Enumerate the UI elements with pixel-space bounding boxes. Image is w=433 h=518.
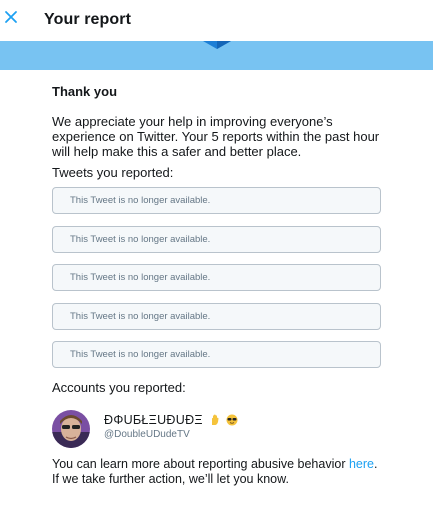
- appreciation-text: We appreciate your help in improving eve…: [52, 114, 380, 159]
- reported-tweet[interactable]: This Tweet is no longer available.: [52, 187, 381, 214]
- learn-more-prefix: You can learn more about reporting abusi…: [52, 457, 346, 471]
- learn-more-link[interactable]: here: [349, 457, 374, 471]
- reported-tweet[interactable]: This Tweet is no longer available.: [52, 226, 381, 253]
- header-bar: Your report: [0, 0, 433, 41]
- sunglasses-emoji-icon: [226, 414, 238, 429]
- close-icon[interactable]: [4, 10, 18, 29]
- page-title: Your report: [44, 11, 132, 28]
- thanks-heading: Thank you: [52, 84, 118, 99]
- account-name[interactable]: ÐΦUƂŁΞUÐUÐΞ: [104, 413, 238, 429]
- close-button[interactable]: [2, 8, 20, 30]
- reported-tweet[interactable]: This Tweet is no longer available.: [52, 341, 381, 368]
- shield-icon: [203, 41, 231, 56]
- avatar[interactable]: [52, 410, 90, 448]
- account-handle[interactable]: @DoubleUDudeTV: [104, 429, 190, 440]
- account-name-text[interactable]: ÐΦUƂŁΞUÐUÐΞ: [104, 413, 203, 427]
- accounts-reported-label: Accounts you reported:: [52, 380, 186, 395]
- reported-tweet[interactable]: This Tweet is no longer available.: [52, 303, 381, 330]
- header-banner: [0, 41, 433, 70]
- tweets-reported-label: Tweets you reported:: [52, 165, 174, 180]
- reported-tweet[interactable]: This Tweet is no longer available.: [52, 264, 381, 291]
- learn-more-text: You can learn more about reporting abusi…: [52, 457, 382, 487]
- raised-hand-emoji-icon: [209, 414, 221, 429]
